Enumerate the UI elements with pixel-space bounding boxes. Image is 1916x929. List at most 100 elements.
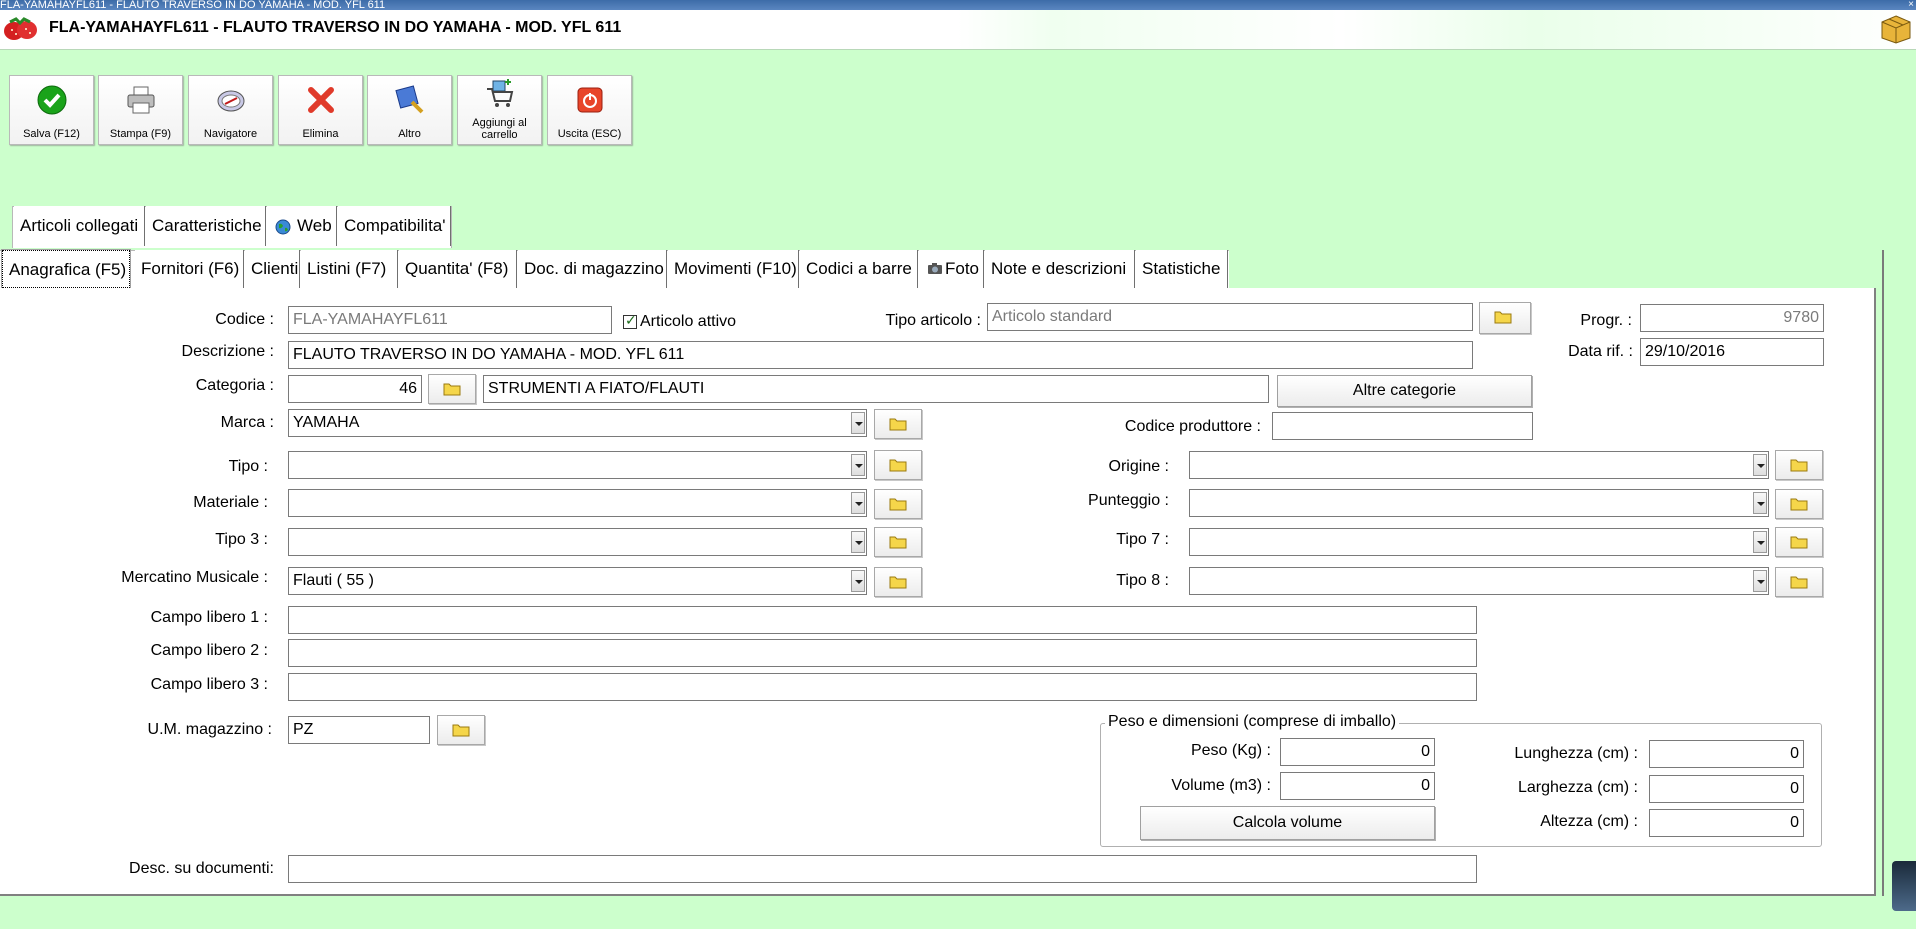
tab-codici-barre[interactable]: Codici a barre [800,250,918,288]
tab-statistiche[interactable]: Statistiche [1136,250,1228,288]
tab-anagrafica[interactable]: Anagrafica (F5) [1,249,131,289]
package-icon[interactable] [1880,14,1912,44]
punteggio-browse-button[interactable] [1775,489,1823,519]
delete-button[interactable]: Elimina [278,75,363,145]
tipo-browse-button[interactable] [874,450,922,480]
window-caption: FLA-YAMAHAYFL611 - FLAUTO TRAVERSO IN DO… [0,0,386,10]
um-magazzino-label: U.M. magazzino : [147,721,272,738]
materiale-select[interactable] [288,489,867,517]
chevron-down-icon[interactable] [1753,570,1767,592]
tab-quantita[interactable]: Quantita' (F8) [399,250,517,288]
codice-field[interactable]: FLA-YAMAHAYFL611 [288,306,612,334]
print-button[interactable]: Stampa (F9) [98,75,183,145]
chevron-down-icon[interactable] [851,570,865,592]
tipo-select[interactable] [288,451,867,479]
tipo8-select[interactable] [1189,567,1769,595]
tipo3-browse-button[interactable] [874,527,922,557]
tipo-articolo-label: Tipo articolo : [885,312,981,329]
campo-libero-3-field[interactable] [288,673,1477,701]
tab-clienti[interactable]: Clienti [245,250,300,288]
power-icon [577,87,602,113]
peso-dimensioni-title: Peso e dimensioni (comprese di imballo) [1105,713,1400,731]
materiale-browse-button[interactable] [874,489,922,519]
volume-field[interactable]: 0 [1280,772,1435,800]
folder-icon [443,383,461,396]
chevron-down-icon[interactable] [851,492,865,514]
mercatino-select[interactable]: Flauti ( 55 ) [288,567,867,595]
origine-label: Origine : [1108,458,1169,475]
origine-browse-button[interactable] [1775,450,1823,480]
um-magazzino-field[interactable]: PZ [288,716,430,744]
panel-border [1882,250,1884,896]
tab-listini[interactable]: Listini (F7) [301,250,398,288]
tab-compatibilita[interactable]: Compatibilita' [338,206,451,246]
tab-movimenti[interactable]: Movimenti (F10) [668,250,799,288]
navigator-button[interactable]: Navigatore [188,75,273,145]
tipo7-label: Tipo 7 : [1116,531,1169,548]
desc-documenti-field[interactable] [288,855,1477,883]
punteggio-label: Punteggio : [1088,492,1169,509]
chevron-down-icon[interactable] [851,412,865,434]
add-to-cart-button[interactable]: Aggiungi al carrello [457,75,542,145]
tipo-articolo-browse-button[interactable] [1479,302,1531,334]
tab-fornitori[interactable]: Fornitori (F6) [135,250,244,288]
tipo3-select[interactable] [288,528,867,556]
campo-libero-1-field[interactable] [288,606,1477,634]
close-icon[interactable]: × [1908,0,1914,10]
compass-icon [217,90,244,112]
tipo7-browse-button[interactable] [1775,527,1823,557]
chevron-down-icon[interactable] [1753,492,1767,514]
categoria-name-field: STRUMENTI A FIATO/FLAUTI [483,375,1269,403]
chevron-down-icon[interactable] [1753,454,1767,476]
larghezza-field[interactable]: 0 [1649,775,1804,803]
categoria-browse-button[interactable] [428,374,476,404]
tab-caratteristiche[interactable]: Caratteristiche [146,206,266,246]
marca-label: Marca : [220,414,274,431]
wand-icon [394,85,423,114]
tipo8-browse-button[interactable] [1775,567,1823,597]
exit-button[interactable]: Uscita (ESC) [547,75,632,145]
marca-select[interactable]: YAMAHA [288,409,867,437]
descrizione-field[interactable]: FLAUTO TRAVERSO IN DO YAMAHA - MOD. YFL … [288,341,1473,369]
tipo-articolo-field[interactable]: Articolo standard [987,303,1473,331]
tab-note-descrizioni[interactable]: Note e descrizioni [985,250,1135,288]
calcola-volume-button[interactable]: Calcola volume [1140,806,1435,840]
mercatino-browse-button[interactable] [874,567,922,597]
save-button[interactable]: Salva (F12) [9,75,94,145]
tab-doc-magazzino[interactable]: Doc. di magazzino [518,250,667,288]
campo-libero-2-field[interactable] [288,639,1477,667]
folder-icon [1790,498,1808,511]
folder-icon [1790,536,1808,549]
articolo-attivo-checkbox[interactable] [623,312,637,329]
codice-label: Codice : [215,311,274,328]
articolo-attivo-label: Articolo attivo [640,313,737,330]
window-titlebar: FLA-YAMAHAYFL611 - FLAUTO TRAVERSO IN DO… [0,0,1916,10]
lunghezza-field[interactable]: 0 [1649,740,1804,768]
categoria-code-field[interactable]: 46 [288,375,422,403]
peso-label: Peso (Kg) : [1190,742,1271,759]
campo-libero-1-label: Campo libero 1 : [150,609,268,626]
data-rif-field[interactable]: 29/10/2016 [1640,338,1824,366]
printer-icon [127,86,154,114]
punteggio-select[interactable] [1189,489,1769,517]
chevron-down-icon[interactable] [851,454,865,476]
side-dock-icon[interactable] [1892,861,1916,911]
origine-select[interactable] [1189,451,1769,479]
progr-field: 9780 [1640,304,1824,332]
tipo7-select[interactable] [1189,528,1769,556]
chevron-down-icon[interactable] [851,531,865,553]
strawberry-logo-icon [4,17,37,40]
peso-field[interactable]: 0 [1280,738,1435,766]
tab-articoli-collegati[interactable]: Articoli collegati [14,206,145,246]
progr-label: Progr. : [1580,312,1632,329]
um-browse-button[interactable] [437,715,485,745]
altezza-field[interactable]: 0 [1649,809,1804,837]
checkmark-icon [37,85,66,115]
other-button[interactable]: Altro [367,75,452,145]
marca-browse-button[interactable] [874,409,922,439]
desc-documenti-label: Desc. su documenti: [129,860,274,877]
categoria-label: Categoria : [195,377,274,394]
chevron-down-icon[interactable] [1753,531,1767,553]
codice-produttore-field[interactable] [1272,412,1533,440]
altre-categorie-button[interactable]: Altre categorie [1277,375,1532,407]
